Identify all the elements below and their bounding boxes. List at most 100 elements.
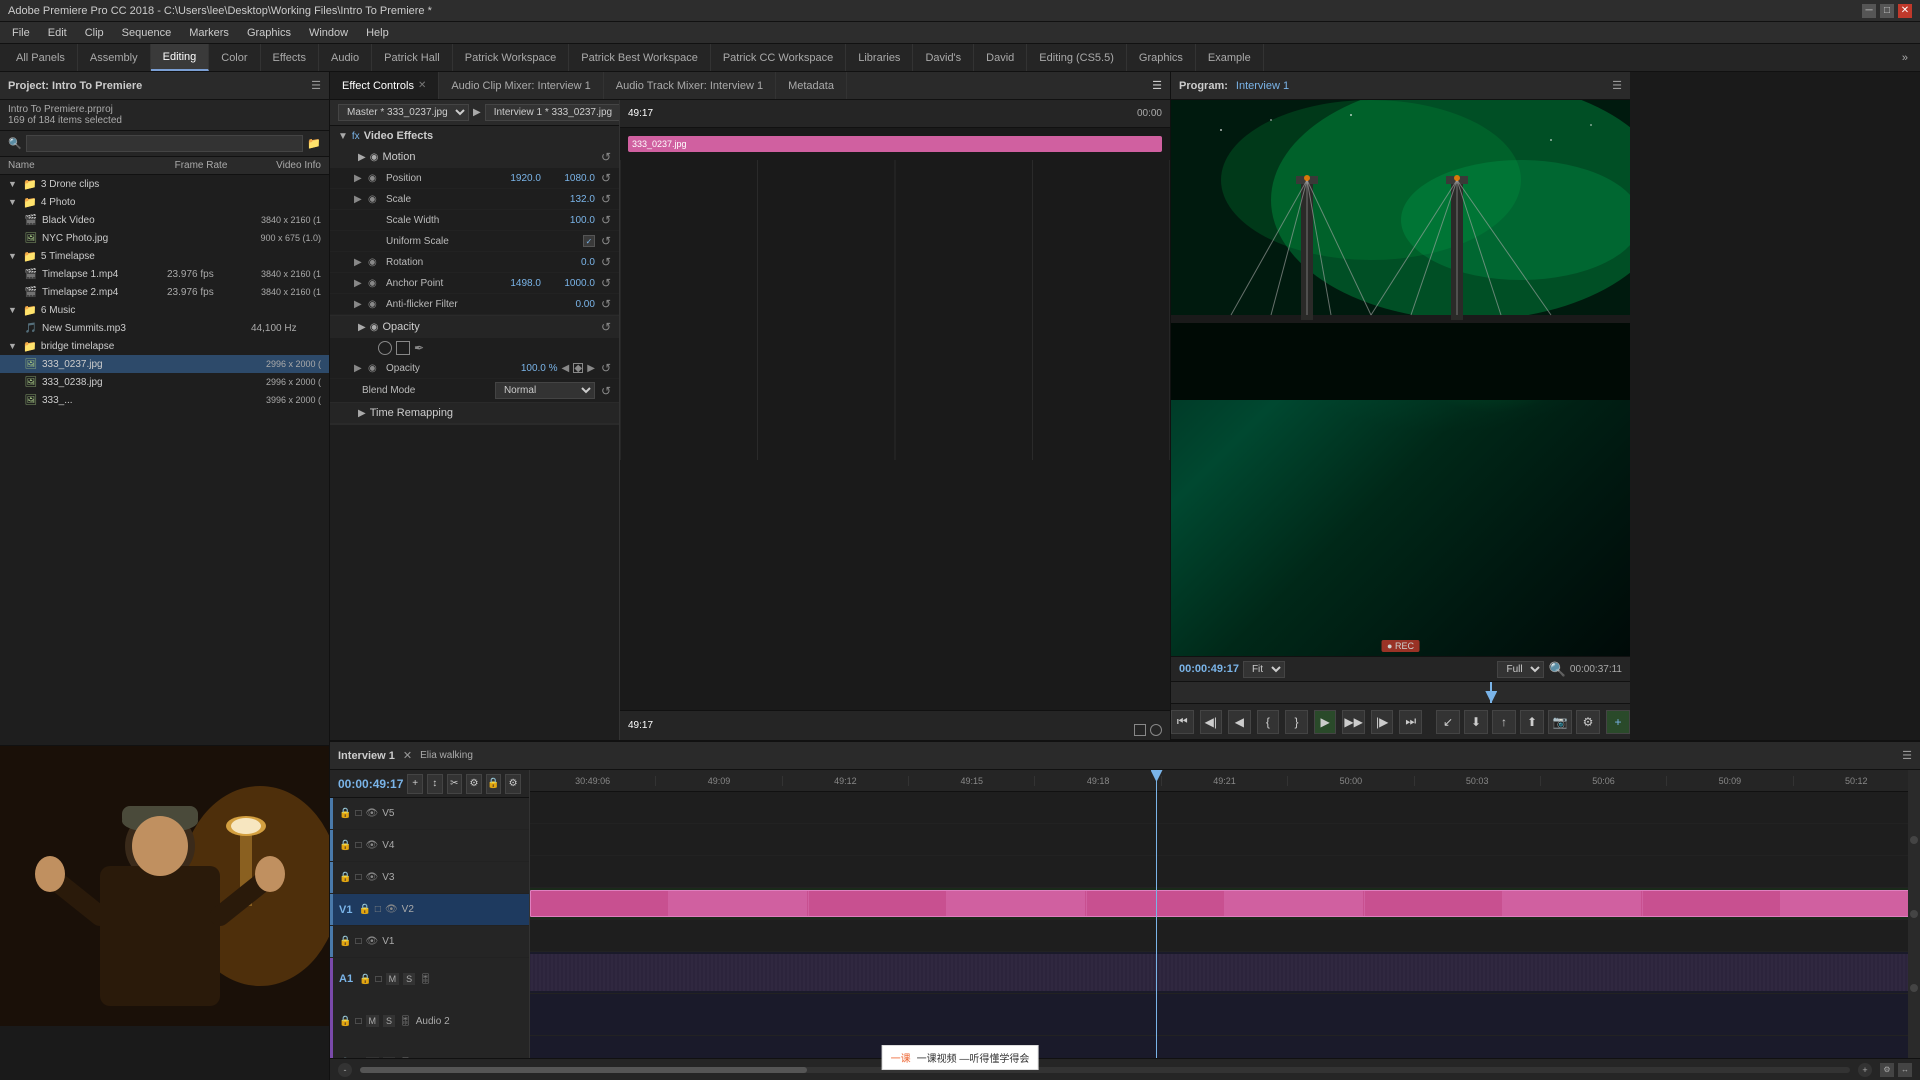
close-effect-controls-tab[interactable]: ✕ xyxy=(418,80,426,91)
project-item[interactable]: 🎵New Summits.mp344,100 Hz xyxy=(0,319,329,337)
menu-item-graphics[interactable]: Graphics xyxy=(239,25,299,41)
scale-expand[interactable]: ▶ xyxy=(354,194,364,205)
v2-sync-icon[interactable]: □ xyxy=(375,904,381,915)
folder-expand-icon[interactable]: ▼ xyxy=(8,305,17,315)
position-reset-btn[interactable]: ↺ xyxy=(601,171,611,185)
opacity-keyframe-nav-next[interactable]: ▶ xyxy=(587,363,595,374)
lift-btn[interactable]: ↑ xyxy=(1492,710,1516,734)
rotation-reset[interactable]: ↺ xyxy=(601,255,611,269)
scale-width-reset[interactable]: ↺ xyxy=(601,213,611,227)
menu-item-markers[interactable]: Markers xyxy=(181,25,237,41)
project-item[interactable]: 🎬Black Video3840 x 2160 (1 xyxy=(0,211,329,229)
transport-out-point[interactable]: } xyxy=(1285,710,1308,734)
extract-btn[interactable]: ⬆ xyxy=(1520,710,1544,734)
v4-sync-icon[interactable]: □ xyxy=(355,840,361,851)
anti-flicker-expand[interactable]: ▶ xyxy=(354,299,364,310)
menu-item-help[interactable]: Help xyxy=(358,25,397,41)
opacity-keyframe-add[interactable]: ◆ xyxy=(573,363,583,373)
workspace-tab-libraries[interactable]: Libraries xyxy=(846,44,913,71)
anchor-anim-btn[interactable]: ◉ xyxy=(368,278,382,289)
position-y-value[interactable]: 1080.0 xyxy=(545,173,595,184)
program-timecode[interactable]: 00:00:49:17 xyxy=(1179,663,1239,675)
maximize-button[interactable]: □ xyxy=(1880,4,1894,18)
folder-expand-icon[interactable]: ▼ xyxy=(8,197,17,207)
insert-btn[interactable]: ↙ xyxy=(1436,710,1460,734)
transport-in-point[interactable]: { xyxy=(1257,710,1280,734)
project-search-input[interactable] xyxy=(26,135,304,152)
opacity-rect-tool[interactable] xyxy=(396,341,410,355)
ec-opacity-header[interactable]: ▶ ◉ Opacity ↺ xyxy=(330,316,619,338)
menu-item-sequence[interactable]: Sequence xyxy=(114,25,180,41)
menu-item-clip[interactable]: Clip xyxy=(77,25,112,41)
timeline-timecode[interactable]: 00:00:49:17 xyxy=(338,777,403,791)
opacity-section-reset[interactable]: ↺ xyxy=(601,320,611,334)
position-x-value[interactable]: 1920.0 xyxy=(491,173,541,184)
v5-sync-icon[interactable]: □ xyxy=(355,808,361,819)
rotation-anim-btn[interactable]: ◉ xyxy=(368,257,382,268)
interview-clip-select[interactable]: Interview 1 * 333_0237.jpg xyxy=(485,104,620,121)
project-item[interactable]: ▼📁4 Photo xyxy=(0,193,329,211)
workspace-tab-patrick-best-workspace[interactable]: Patrick Best Workspace xyxy=(569,44,711,71)
timeline-panel-menu[interactable]: ☰ xyxy=(1902,749,1912,762)
motion-reset-btn[interactable]: ↺ xyxy=(601,150,611,164)
program-panel-menu[interactable]: ☰ xyxy=(1612,79,1622,92)
menu-item-file[interactable]: File xyxy=(4,25,38,41)
ec-clip-bar[interactable]: 333_0237.jpg xyxy=(628,136,1162,152)
a1-mute-btn[interactable]: M xyxy=(386,973,400,985)
workspace-tab-patrick-hall[interactable]: Patrick Hall xyxy=(372,44,453,71)
v2-lock-icon[interactable]: 🔒 xyxy=(358,904,370,915)
project-item[interactable]: 🎬Timelapse 1.mp423.976 fps3840 x 2160 (1 xyxy=(0,265,329,283)
timeline-select-tool[interactable]: ↕ xyxy=(427,774,443,794)
opacity-keyframe-nav-prev[interactable]: ◀ xyxy=(562,363,570,374)
project-item[interactable]: ▼📁bridge timelapse xyxy=(0,337,329,355)
workspace-tab-graphics[interactable]: Graphics xyxy=(1127,44,1196,71)
scale-reset-btn[interactable]: ↺ xyxy=(601,192,611,206)
anchor-expand[interactable]: ▶ xyxy=(354,278,364,289)
a2-solo-btn[interactable]: S xyxy=(383,1015,395,1027)
workspace-tab-color[interactable]: Color xyxy=(209,44,260,71)
project-item[interactable]: ▼📁6 Music xyxy=(0,301,329,319)
v4-lock-icon[interactable]: 🔒 xyxy=(339,840,351,851)
close-button[interactable]: ✕ xyxy=(1898,4,1912,18)
export-frame-btn[interactable]: 📷 xyxy=(1548,710,1572,734)
a1-lock-icon[interactable]: 🔒 xyxy=(359,974,371,985)
timeline-content-area[interactable]: 30:49:06 49:09 49:12 49:15 49:18 49:21 5… xyxy=(530,770,1920,1058)
scroll-top-btn[interactable] xyxy=(1910,836,1918,844)
transport-go-to-in[interactable]: ⏮ xyxy=(1171,710,1194,734)
ec-video-effects-header[interactable]: ▼ fx Video Effects xyxy=(330,126,619,146)
opacity-value[interactable]: 100.0 % xyxy=(508,363,558,374)
position-expand[interactable]: ▶ xyxy=(354,173,364,184)
menu-item-window[interactable]: Window xyxy=(301,25,356,41)
anchor-y-value[interactable]: 1000.0 xyxy=(545,278,595,289)
blend-mode-select[interactable]: Normal xyxy=(495,382,595,399)
project-item[interactable]: 🖼333_0237.jpg2996 x 2000 ( xyxy=(0,355,329,373)
rotation-expand[interactable]: ▶ xyxy=(354,257,364,268)
timeline-scrollbar[interactable] xyxy=(1908,770,1920,1058)
workspace-tab-editing[interactable]: Editing xyxy=(151,44,210,71)
workspace-tab-patrick-workspace[interactable]: Patrick Workspace xyxy=(453,44,570,71)
anchor-x-value[interactable]: 1498.0 xyxy=(491,278,541,289)
master-clip-select[interactable]: Master * 333_0237.jpg xyxy=(338,104,469,121)
blend-mode-reset[interactable]: ↺ xyxy=(601,384,611,398)
opacity-expand[interactable]: ▶ xyxy=(354,363,364,374)
timeline-zoom-handle[interactable] xyxy=(360,1067,807,1073)
workspace-tab-effects[interactable]: Effects xyxy=(261,44,319,71)
a2-lock-icon[interactable]: 🔒 xyxy=(339,1016,351,1027)
transport-step-forward[interactable]: |▶ xyxy=(1371,710,1394,734)
tab-audio-clip-mixer[interactable]: Audio Clip Mixer: Interview 1 xyxy=(439,72,603,99)
program-zoom-btn[interactable]: 🔍 xyxy=(1548,661,1565,678)
project-item[interactable]: 🖼333_...3996 x 2000 ( xyxy=(0,391,329,409)
a2-mute-btn[interactable]: M xyxy=(366,1015,380,1027)
v3-eye-icon[interactable]: 👁 xyxy=(366,872,379,883)
opacity-pen-tool[interactable]: ✒ xyxy=(414,341,424,355)
timeline-ruler[interactable]: 30:49:06 49:09 49:12 49:15 49:18 49:21 5… xyxy=(530,770,1920,792)
workspace-tab-all-panels[interactable]: All Panels xyxy=(4,44,78,71)
workspace-tab-david[interactable]: David xyxy=(974,44,1027,71)
timeline-zoom-in[interactable]: + xyxy=(1858,1063,1872,1077)
folder-expand-icon[interactable]: ▼ xyxy=(8,341,17,351)
folder-expand-icon[interactable]: ▼ xyxy=(8,251,17,261)
workspace-tab-editing-(cs5.5)[interactable]: Editing (CS5.5) xyxy=(1027,44,1127,71)
ec-playhead-btn[interactable] xyxy=(1150,724,1162,736)
menu-item-edit[interactable]: Edit xyxy=(40,25,75,41)
program-quality-select[interactable]: Full xyxy=(1497,661,1544,678)
